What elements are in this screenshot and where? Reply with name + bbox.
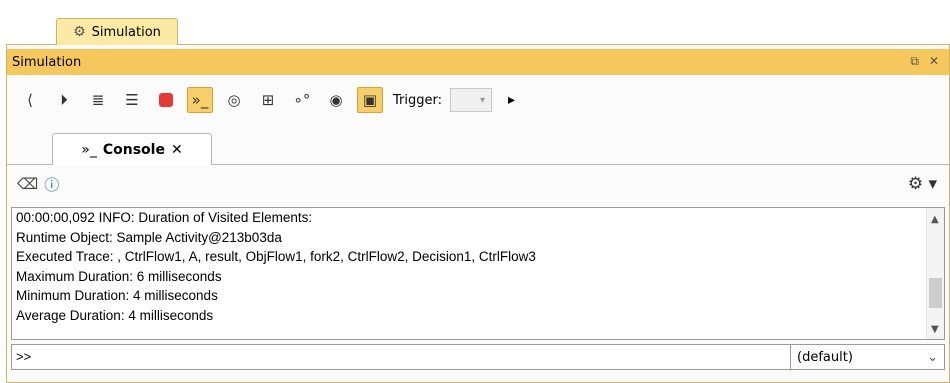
log-line: Average Duration: 4 milliseconds bbox=[16, 307, 214, 323]
log-line: Runtime Object: Sample Activity@213b03da bbox=[16, 229, 282, 245]
command-row: >> (default) ⌄ bbox=[11, 344, 945, 370]
panel-title-bar: Simulation ⧉ ✕ bbox=[7, 49, 949, 75]
chevron-down-icon: ⌄ bbox=[927, 349, 938, 365]
trigger-label: Trigger: bbox=[393, 92, 442, 108]
vertical-scrollbar[interactable]: ▲ ▼ bbox=[926, 208, 944, 339]
collapse-left-icon[interactable]: ⟨ bbox=[17, 87, 43, 113]
eraser-icon[interactable]: ⌫ bbox=[17, 175, 38, 193]
console-prompt-icon: »_ bbox=[81, 141, 97, 158]
animation-icon[interactable]: ◎ bbox=[221, 87, 247, 113]
tab-console[interactable]: »_ Console ✕ bbox=[52, 133, 212, 165]
scroll-down-icon[interactable]: ▼ bbox=[931, 324, 939, 335]
simulation-icon: ⚙ bbox=[73, 24, 86, 40]
scroll-up-icon[interactable]: ▲ bbox=[931, 214, 939, 225]
diagram-icon[interactable]: ∘° bbox=[289, 87, 315, 113]
step-out-icon[interactable]: ☰ bbox=[119, 87, 145, 113]
mode-select-value: (default) bbox=[797, 349, 853, 365]
step-into-icon[interactable]: ⏵ bbox=[51, 87, 77, 113]
restore-icon[interactable]: ⧉ bbox=[910, 54, 919, 69]
panel-title: Simulation bbox=[12, 54, 82, 70]
mode-select[interactable]: (default) ⌄ bbox=[791, 344, 945, 370]
console-toolbar: ⌫ ⓘ ⚙ ▾ bbox=[7, 167, 949, 201]
close-icon[interactable]: ✕ bbox=[929, 54, 939, 69]
tab-console-label: Console bbox=[102, 141, 165, 158]
console-log[interactable]: 00:00:00,092 INFO: Duration of Visited E… bbox=[11, 207, 945, 340]
export-icon[interactable]: ▣ bbox=[357, 87, 383, 113]
simulation-toolbar: ⟨ ⏵ ≣ ☰ »_ ◎ ⊞ ∘° ◉ ▣ Trigger: ▾ ▸ bbox=[7, 79, 949, 121]
chevron-down-icon: ▾ bbox=[479, 94, 485, 106]
breakpoint-icon[interactable]: ◉ bbox=[323, 87, 349, 113]
log-line: Maximum Duration: 6 milliseconds bbox=[16, 268, 222, 284]
tree-icon[interactable]: ⊞ bbox=[255, 87, 281, 113]
simulation-panel: Simulation ⧉ ✕ ⟨ ⏵ ≣ ☰ »_ ◎ ⊞ ∘° ◉ ▣ Tri… bbox=[6, 45, 950, 383]
expand-right-icon[interactable]: ▸ bbox=[508, 92, 515, 108]
trigger-select[interactable]: ▾ bbox=[450, 88, 492, 112]
scrollbar-thumb[interactable] bbox=[929, 278, 942, 308]
step-over-icon[interactable]: ≣ bbox=[85, 87, 111, 113]
tab-simulation[interactable]: ⚙ Simulation bbox=[56, 18, 178, 45]
info-icon[interactable]: ⓘ bbox=[44, 174, 59, 195]
gear-icon[interactable]: ⚙ ▾ bbox=[908, 174, 937, 194]
close-console-icon[interactable]: ✕ bbox=[171, 142, 183, 158]
log-line: 00:00:00,092 INFO: Duration of Visited E… bbox=[16, 210, 313, 225]
log-line: Minimum Duration: 4 milliseconds bbox=[16, 288, 218, 303]
command-input[interactable]: >> bbox=[11, 344, 791, 370]
terminate-icon[interactable] bbox=[153, 87, 179, 113]
tab-simulation-label: Simulation bbox=[91, 24, 161, 40]
console-icon[interactable]: »_ bbox=[187, 87, 213, 113]
log-line: Executed Trace: , CtrlFlow1, A, result, … bbox=[16, 249, 536, 264]
